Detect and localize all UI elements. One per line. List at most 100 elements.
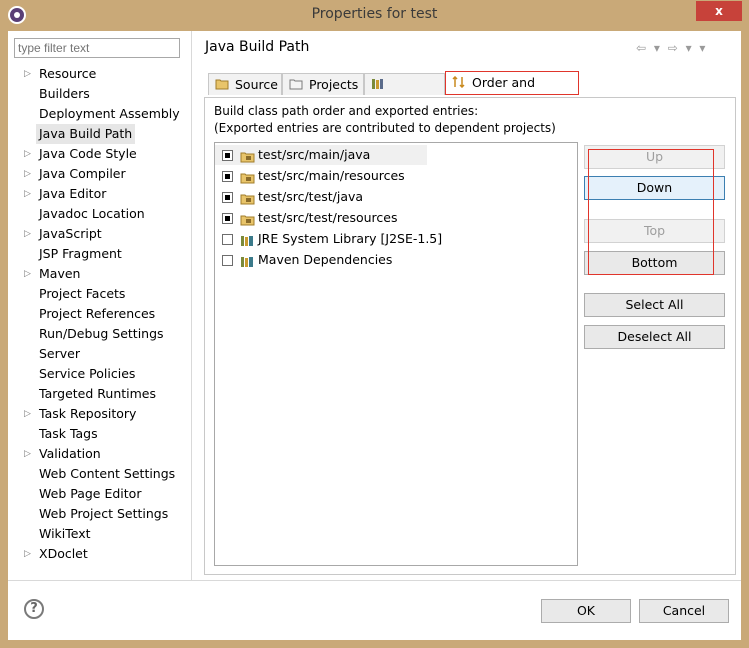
tree-item-label: Maven — [39, 266, 81, 281]
entry-label: test/src/test/java — [258, 189, 364, 204]
tree-item[interactable]: Deployment Assembly — [8, 104, 191, 124]
tree-item[interactable]: Server — [8, 344, 191, 364]
tree-item-label: WikiText — [39, 526, 91, 541]
tree-item[interactable]: Project Facets — [8, 284, 191, 304]
tree-item[interactable]: Web Page Editor — [8, 484, 191, 504]
tree-item-label: Targeted Runtimes — [39, 386, 156, 401]
tree-item[interactable]: ▷ JavaScript — [8, 224, 191, 244]
window-title: Properties for test — [311, 6, 438, 22]
entry-label: JRE System Library [J2SE-1.5] — [258, 231, 443, 246]
export-checkbox[interactable] — [222, 171, 233, 182]
history-nav-buttons[interactable]: ⇦ ▾ ⇨ ▾ ▾ — [636, 41, 707, 55]
tree-item-label: Deployment Assembly — [39, 106, 180, 121]
tree-item[interactable]: ▷ Maven — [8, 264, 191, 284]
top-button[interactable]: Top — [584, 219, 725, 243]
tree-item[interactable]: Service Policies — [8, 364, 191, 384]
bottom-button[interactable]: Bottom — [584, 251, 725, 275]
tree-item-label: Builders — [39, 86, 90, 101]
tree-item[interactable]: Builders — [8, 84, 191, 104]
help-icon[interactable]: ? — [24, 599, 44, 619]
tree-item-label: Run/Debug Settings — [39, 326, 164, 341]
tree-item-label: Server — [39, 346, 80, 361]
entry-label: test/src/main/java — [258, 147, 371, 162]
tree-item[interactable]: ▷ Resource — [8, 64, 191, 84]
close-button[interactable]: x — [696, 1, 742, 21]
dialog-window: Properties for test x ▷ Resource Builders D… — [0, 0, 749, 648]
tree-item-label: Java Compiler — [39, 166, 126, 181]
tree-item-label: Project Facets — [39, 286, 126, 301]
expand-arrow-icon[interactable]: ▷ — [24, 64, 31, 84]
expand-arrow-icon[interactable]: ▷ — [24, 264, 31, 284]
export-checkbox[interactable] — [222, 234, 233, 245]
list-item[interactable]: Maven Dependencies — [215, 250, 555, 270]
tree-item[interactable]: ▷ Java Editor — [8, 184, 191, 204]
expand-arrow-icon[interactable]: ▷ — [24, 184, 31, 204]
up-button[interactable]: Up — [584, 145, 725, 169]
ok-button[interactable]: OK — [541, 599, 631, 623]
tab-label: Source — [235, 77, 278, 92]
entry-label: Maven Dependencies — [258, 252, 393, 267]
tree-item[interactable]: ▷ Java Compiler — [8, 164, 191, 184]
tab-projects[interactable]: Projects — [282, 73, 364, 95]
expand-arrow-icon[interactable]: ▷ — [24, 444, 31, 464]
tree-item[interactable]: ▷ XDoclet — [8, 544, 191, 564]
order-export-icon — [452, 73, 466, 89]
tree-item-label: Web Project Settings — [39, 506, 169, 521]
tree-item[interactable]: WikiText — [8, 524, 191, 544]
tree-item[interactable]: Run/Debug Settings — [8, 324, 191, 344]
tree-item[interactable]: Web Project Settings — [8, 504, 191, 524]
category-tree: ▷ Resource Builders Deployment Assembly Java… — [8, 64, 191, 564]
tree-item[interactable]: Project References — [8, 304, 191, 324]
description-line-1: Build class path order and exported entr… — [214, 104, 479, 118]
projects-icon — [289, 75, 303, 90]
entry-label: test/src/main/resources — [258, 168, 405, 183]
tree-item[interactable]: Task Tags — [8, 424, 191, 444]
tab-label: Projects — [309, 77, 359, 92]
export-checkbox[interactable] — [222, 213, 233, 224]
tree-item[interactable]: Web Content Settings — [8, 464, 191, 484]
tree-item-label: Java Build Path — [36, 124, 136, 144]
tree-item-label: Service Policies — [39, 366, 136, 381]
tree-item[interactable]: Javadoc Location — [8, 204, 191, 224]
package-folder-icon — [240, 170, 255, 184]
filter-input[interactable] — [14, 38, 180, 58]
tree-item-label: JavaScript — [39, 226, 102, 241]
tree-item[interactable]: Java Build Path — [8, 124, 191, 144]
expand-arrow-icon[interactable]: ▷ — [24, 404, 31, 424]
tab-libraries[interactable]: Libraries — [364, 73, 445, 114]
list-item[interactable]: test/src/test/java — [215, 187, 555, 207]
down-button[interactable]: Down — [584, 176, 725, 200]
tree-item-label: Java Editor — [39, 186, 107, 201]
tree-item-label: XDoclet — [39, 546, 88, 561]
tree-item[interactable]: ▷ Task Repository — [8, 404, 191, 424]
list-item[interactable]: test/src/main/resources — [215, 166, 555, 186]
list-item[interactable]: test/src/main/java — [215, 145, 427, 165]
source-folder-icon — [215, 75, 229, 90]
export-checkbox[interactable] — [222, 192, 233, 203]
page-title: Java Build Path — [205, 39, 310, 55]
tree-item[interactable]: ▷ Validation — [8, 444, 191, 464]
export-checkbox[interactable] — [222, 150, 233, 161]
tree-item-label: Project References — [39, 306, 156, 321]
tab-order-and-export[interactable]: Order and Export — [445, 71, 579, 112]
tree-item[interactable]: JSP Fragment — [8, 244, 191, 264]
deselect-all-button[interactable]: Deselect All — [584, 325, 725, 349]
select-all-button[interactable]: Select All — [584, 293, 725, 317]
expand-arrow-icon[interactable]: ▷ — [24, 144, 31, 164]
tree-item-label: Web Page Editor — [39, 486, 142, 501]
tree-item-label: Web Content Settings — [39, 466, 176, 481]
cancel-button[interactable]: Cancel — [639, 599, 729, 623]
classpath-entry-list[interactable]: test/src/main/java test/src/main/resource… — [214, 142, 578, 566]
libraries-icon — [371, 75, 385, 89]
export-checkbox[interactable] — [222, 255, 233, 266]
expand-arrow-icon[interactable]: ▷ — [24, 224, 31, 244]
expand-arrow-icon[interactable]: ▷ — [24, 164, 31, 184]
library-icon — [240, 233, 255, 246]
package-folder-icon — [240, 191, 255, 205]
tree-item[interactable]: ▷ Java Code Style — [8, 144, 191, 164]
tab-source[interactable]: Source — [208, 73, 282, 95]
expand-arrow-icon[interactable]: ▷ — [24, 544, 31, 564]
list-item[interactable]: test/src/test/resources — [215, 208, 555, 228]
tree-item[interactable]: Targeted Runtimes — [8, 384, 191, 404]
list-item[interactable]: JRE System Library [J2SE-1.5] — [215, 229, 555, 249]
